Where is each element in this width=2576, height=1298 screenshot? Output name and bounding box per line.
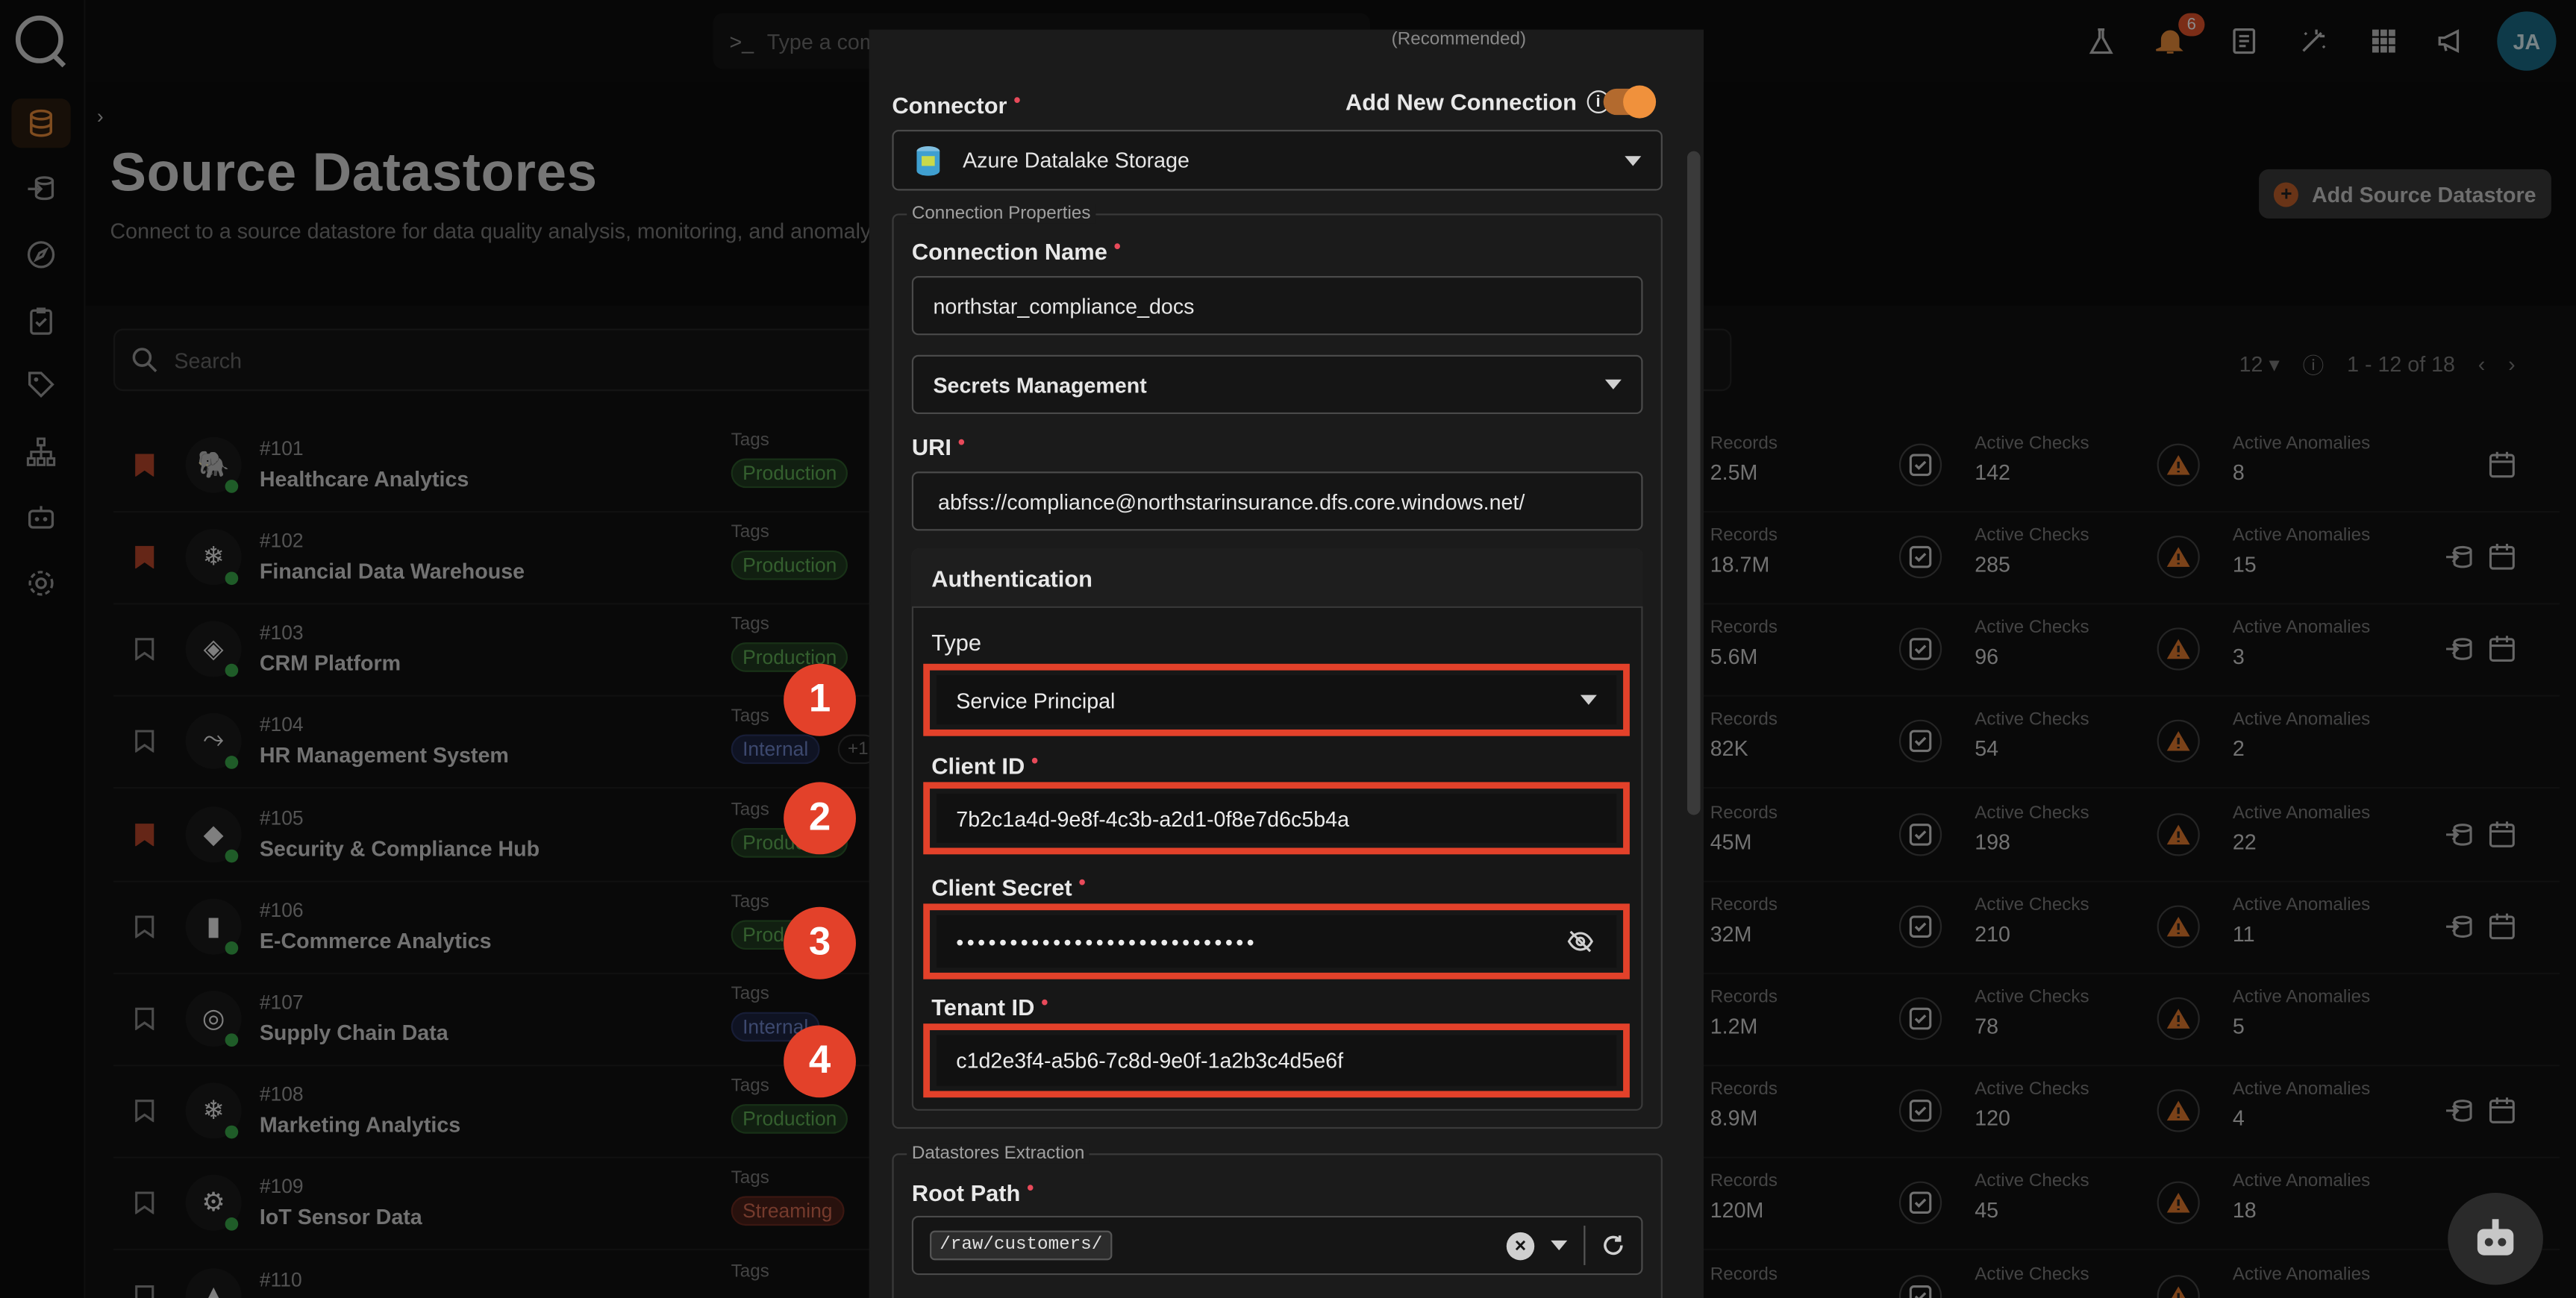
tenant-id-label: Tenant ID •: [931, 991, 1048, 1020]
required-marker: •: [1113, 234, 1121, 258]
auth-type-select[interactable]: Service Principal: [936, 675, 1617, 725]
type-label: Type: [931, 629, 982, 656]
uri-label-text: URI: [911, 433, 951, 460]
connection-properties-legend: Connection Properties: [907, 204, 1096, 224]
uri-label: URI •: [912, 430, 965, 460]
callout-2-badge: 2: [784, 782, 856, 855]
connection-name-input[interactable]: northstar_compliance_docs: [911, 276, 1643, 336]
required-marker: •: [1027, 1176, 1034, 1200]
client-secret-label-text: Client Secret: [931, 874, 1072, 900]
root-path-input[interactable]: /raw/customers/ ×: [911, 1215, 1643, 1276]
chevron-down-icon[interactable]: [1551, 1240, 1568, 1251]
connection-name-label: Connection Name •: [912, 235, 1121, 265]
root-path-chip[interactable]: /raw/customers/: [930, 1230, 1113, 1261]
callout-4-badge: 4: [784, 1025, 856, 1098]
tenant-id-input[interactable]: c1d2e3f4-a5b6-7c8d-9e0f-1a2b3c4d5e6f: [936, 1035, 1617, 1086]
callout-3-badge: 3: [784, 906, 856, 979]
chevron-down-icon: [1580, 695, 1597, 705]
clear-x-icon[interactable]: ×: [1506, 1231, 1535, 1260]
add-new-connection-toggle[interactable]: [1603, 85, 1657, 119]
connector-label-text: Connector: [892, 92, 1007, 119]
azure-datalake-icon: [916, 145, 940, 175]
client-secret-value: ••••••••••••••••••••••••••••: [956, 929, 1258, 954]
client-id-input[interactable]: 7b2c1a4d-9e8f-4c3b-a2d1-0f8e7d6c5b4a: [936, 793, 1617, 843]
connector-value: Azure Datalake Storage: [963, 148, 1189, 173]
datastores-extraction-legend: Datastores Extraction: [907, 1143, 1090, 1164]
connection-name-label-text: Connection Name: [911, 238, 1107, 265]
required-marker: •: [957, 430, 966, 454]
authentication-header[interactable]: Authentication: [911, 548, 1643, 608]
client-id-label: Client ID •: [931, 749, 1038, 779]
recommended-hint: (Recommended): [1391, 29, 1527, 50]
root-path-label-text: Root Path: [911, 1179, 1021, 1206]
root-path-label: Root Path •: [912, 1176, 1034, 1206]
secrets-management-label: Secrets Management: [933, 371, 1147, 397]
toggle-knob: [1623, 85, 1657, 119]
required-marker: •: [1031, 749, 1039, 773]
uri-input[interactable]: abfss://compliance@northstarinsurance.df…: [911, 471, 1643, 531]
add-new-connection-text: Add New Connection: [1345, 88, 1577, 116]
connector-select[interactable]: Azure Datalake Storage: [892, 129, 1663, 191]
required-marker: •: [1041, 991, 1048, 1014]
required-marker: •: [1013, 88, 1021, 112]
refresh-icon[interactable]: [1601, 1234, 1625, 1257]
chevron-down-icon: [1625, 155, 1642, 166]
tenant-id-label-text: Tenant ID: [931, 994, 1035, 1020]
divider: [1584, 1226, 1586, 1265]
secrets-management-select[interactable]: Secrets Management: [911, 354, 1643, 415]
chevron-down-icon: [1604, 379, 1622, 389]
eye-off-icon[interactable]: [1567, 930, 1594, 953]
connector-label: Connector •: [892, 89, 1020, 119]
client-id-label-text: Client ID: [931, 752, 1025, 779]
required-marker: •: [1078, 871, 1086, 894]
client-secret-label: Client Secret •: [931, 871, 1085, 900]
client-secret-input[interactable]: ••••••••••••••••••••••••••••: [936, 915, 1617, 968]
callout-1-badge: 1: [784, 663, 856, 736]
modal-scrollbar[interactable]: [1686, 151, 1701, 815]
auth-type-value: Service Principal: [956, 687, 1116, 712]
assistant-robot-icon[interactable]: [2448, 1193, 2543, 1285]
add-new-connection-label: Add New Connection i: [1345, 89, 1610, 115]
